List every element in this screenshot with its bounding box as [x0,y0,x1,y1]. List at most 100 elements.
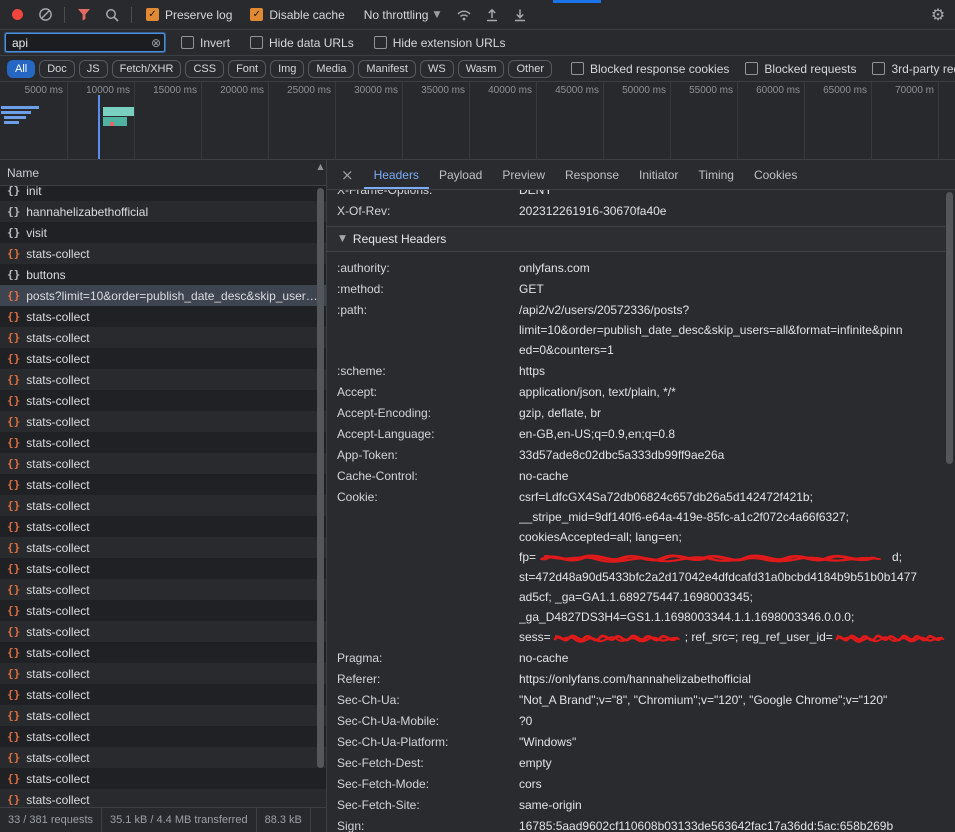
tab-response[interactable]: Response [555,160,629,189]
import-har-button[interactable] [479,2,505,28]
tab-payload[interactable]: Payload [429,160,492,189]
filter-pill-other[interactable]: Other [508,60,552,78]
request-row[interactable]: {}stats-collect [0,432,326,453]
tab-cookies[interactable]: Cookies [744,160,807,189]
tab-initiator[interactable]: Initiator [629,160,688,189]
scrollbar-thumb[interactable] [317,188,324,768]
scrollbar-thumb[interactable] [946,192,953,464]
request-row[interactable]: {}buttons [0,264,326,285]
request-row[interactable]: {}stats-collect [0,621,326,642]
invert-checkbox[interactable]: Invert [181,36,230,50]
request-row[interactable]: {}stats-collect [0,516,326,537]
request-row[interactable]: {}hannahelizabethofficial [0,201,326,222]
header-value: same-origin [519,795,945,815]
settings-gear-button[interactable]: ⚙ [925,2,951,28]
request-name: stats-collect [26,667,89,681]
request-row[interactable]: {}stats-collect [0,663,326,684]
request-row[interactable]: {}stats-collect [0,474,326,495]
request-row[interactable]: {}stats-collect [0,495,326,516]
request-row[interactable]: {}posts?limit=10&order=publish_date_desc… [0,285,326,306]
headers-detail-view: X-Frame-Options:DENYX-Of-Rev:20231226191… [327,190,945,832]
checkbox-box-icon [374,36,387,49]
scroll-up-arrow-icon[interactable]: ▲ [316,162,325,172]
disclosure-triangle-icon: ▼ [339,234,346,244]
request-row[interactable]: {}stats-collect [0,600,326,621]
disable-cache-checkbox[interactable]: ✓ Disable cache [250,8,344,22]
request-row[interactable]: {}stats-collect [0,768,326,789]
header-name: :scheme: [327,361,519,381]
network-conditions-button[interactable] [451,2,477,28]
invert-label: Invert [200,36,230,50]
filter-pill-all[interactable]: All [7,60,35,78]
request-row[interactable]: {}visit [0,222,326,243]
filter-pill-img[interactable]: Img [270,60,304,78]
download-icon [513,8,527,22]
braces-icon: {} [7,205,20,218]
braces-icon: {} [7,310,20,323]
filter-pill-doc[interactable]: Doc [39,60,75,78]
request-name: stats-collect [26,352,89,366]
filter-input[interactable] [5,33,165,52]
filter-pill-manifest[interactable]: Manifest [358,60,416,78]
tab-timing[interactable]: Timing [688,160,744,189]
checkbox-box-icon [250,36,263,49]
header-value-line: __stripe_mid=9df140f6-e64a-419e-85fc-a1c… [519,507,945,527]
filter-pill-css[interactable]: CSS [185,60,224,78]
throttling-dropdown[interactable]: No throttling ▼ [364,8,441,22]
search-button[interactable] [99,2,125,28]
request-headers-section[interactable]: ▼ Request Headers [327,226,945,252]
requests-scrollbar[interactable]: ▲ [316,162,325,805]
request-row[interactable]: {}stats-collect [0,705,326,726]
request-row[interactable]: {}stats-collect [0,537,326,558]
request-row[interactable]: {}stats-collect [0,579,326,600]
filter-pill-media[interactable]: Media [308,60,354,78]
filter-pill-font[interactable]: Font [228,60,266,78]
hide-data-urls-checkbox[interactable]: Hide data URLs [250,36,354,50]
blocked-response-cookies-checkbox[interactable]: Blocked response cookies [571,62,729,76]
braces-icon: {} [7,373,20,386]
filter-toggle-button[interactable] [71,2,97,28]
filter-pill-js[interactable]: JS [79,60,108,78]
overview-tick-label: 70000 m [872,82,939,159]
tab-preview[interactable]: Preview [492,160,555,189]
export-har-button[interactable] [507,2,533,28]
hide-extension-urls-checkbox[interactable]: Hide extension URLs [374,36,506,50]
request-row[interactable]: {}stats-collect [0,306,326,327]
filter-pill-fetch-xhr[interactable]: Fetch/XHR [112,60,182,78]
request-row[interactable]: {}stats-collect [0,453,326,474]
request-row[interactable]: {}stats-collect [0,369,326,390]
request-row[interactable]: {}stats-collect [0,642,326,663]
3rd-party-requests-checkbox[interactable]: 3rd-party requests [872,62,955,76]
header-name: Sec-Fetch-Site: [327,795,519,815]
record-button[interactable] [4,2,30,28]
request-row[interactable]: {}stats-collect [0,747,326,768]
tab-headers[interactable]: Headers [364,160,429,189]
toolbar-divider [131,7,132,23]
close-details-icon[interactable]: × [331,166,364,184]
request-row[interactable]: {}stats-collect [0,558,326,579]
name-column-header[interactable]: Name [0,160,326,186]
header-row: Sec-Fetch-Mode:cors [327,774,945,794]
request-row[interactable]: {}stats-collect [0,390,326,411]
filter-pill-ws[interactable]: WS [420,60,454,78]
details-scrollbar[interactable] [945,192,954,830]
checkbox-checked-icon: ✓ [146,8,159,21]
filter-pill-wasm[interactable]: Wasm [458,60,505,78]
clear-filter-icon[interactable]: ⊗ [151,36,161,50]
funnel-icon [77,8,91,21]
request-row[interactable]: {}stats-collect [0,348,326,369]
request-row[interactable]: {}init [0,186,326,201]
header-value-line: st=472d48a90d5433bfc2a2d17042e4dfdcafd31… [519,567,945,587]
timeline-overview[interactable]: 5000 ms10000 ms15000 ms20000 ms25000 ms3… [0,82,955,160]
request-row[interactable]: {}stats-collect [0,411,326,432]
request-row[interactable]: {}stats-collect [0,789,326,807]
braces-icon: {} [7,541,20,554]
blocked-requests-checkbox[interactable]: Blocked requests [745,62,856,76]
clear-button[interactable] [32,2,58,28]
header-value: en-GB,en-US;q=0.9,en;q=0.8 [519,424,945,444]
request-row[interactable]: {}stats-collect [0,726,326,747]
request-row[interactable]: {}stats-collect [0,684,326,705]
request-row[interactable]: {}stats-collect [0,243,326,264]
preserve-log-checkbox[interactable]: ✓ Preserve log [146,8,232,22]
request-row[interactable]: {}stats-collect [0,327,326,348]
